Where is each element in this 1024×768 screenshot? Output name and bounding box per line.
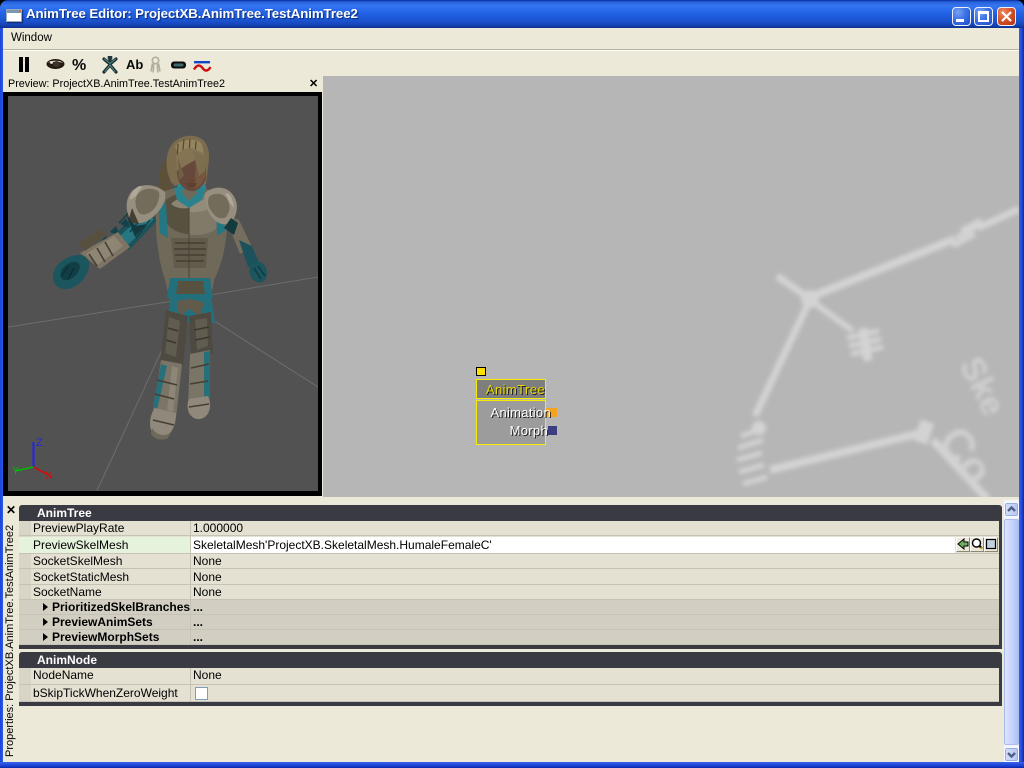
- svg-text:%: %: [72, 57, 86, 74]
- svg-text:Y: Y: [12, 465, 20, 477]
- svg-text:Z: Z: [36, 437, 43, 449]
- svg-text:Co: Co: [929, 418, 1003, 494]
- svg-text:Ab: Ab: [126, 57, 143, 72]
- svg-text:Ske: Ske: [952, 351, 1013, 422]
- svg-text:X: X: [45, 470, 53, 482]
